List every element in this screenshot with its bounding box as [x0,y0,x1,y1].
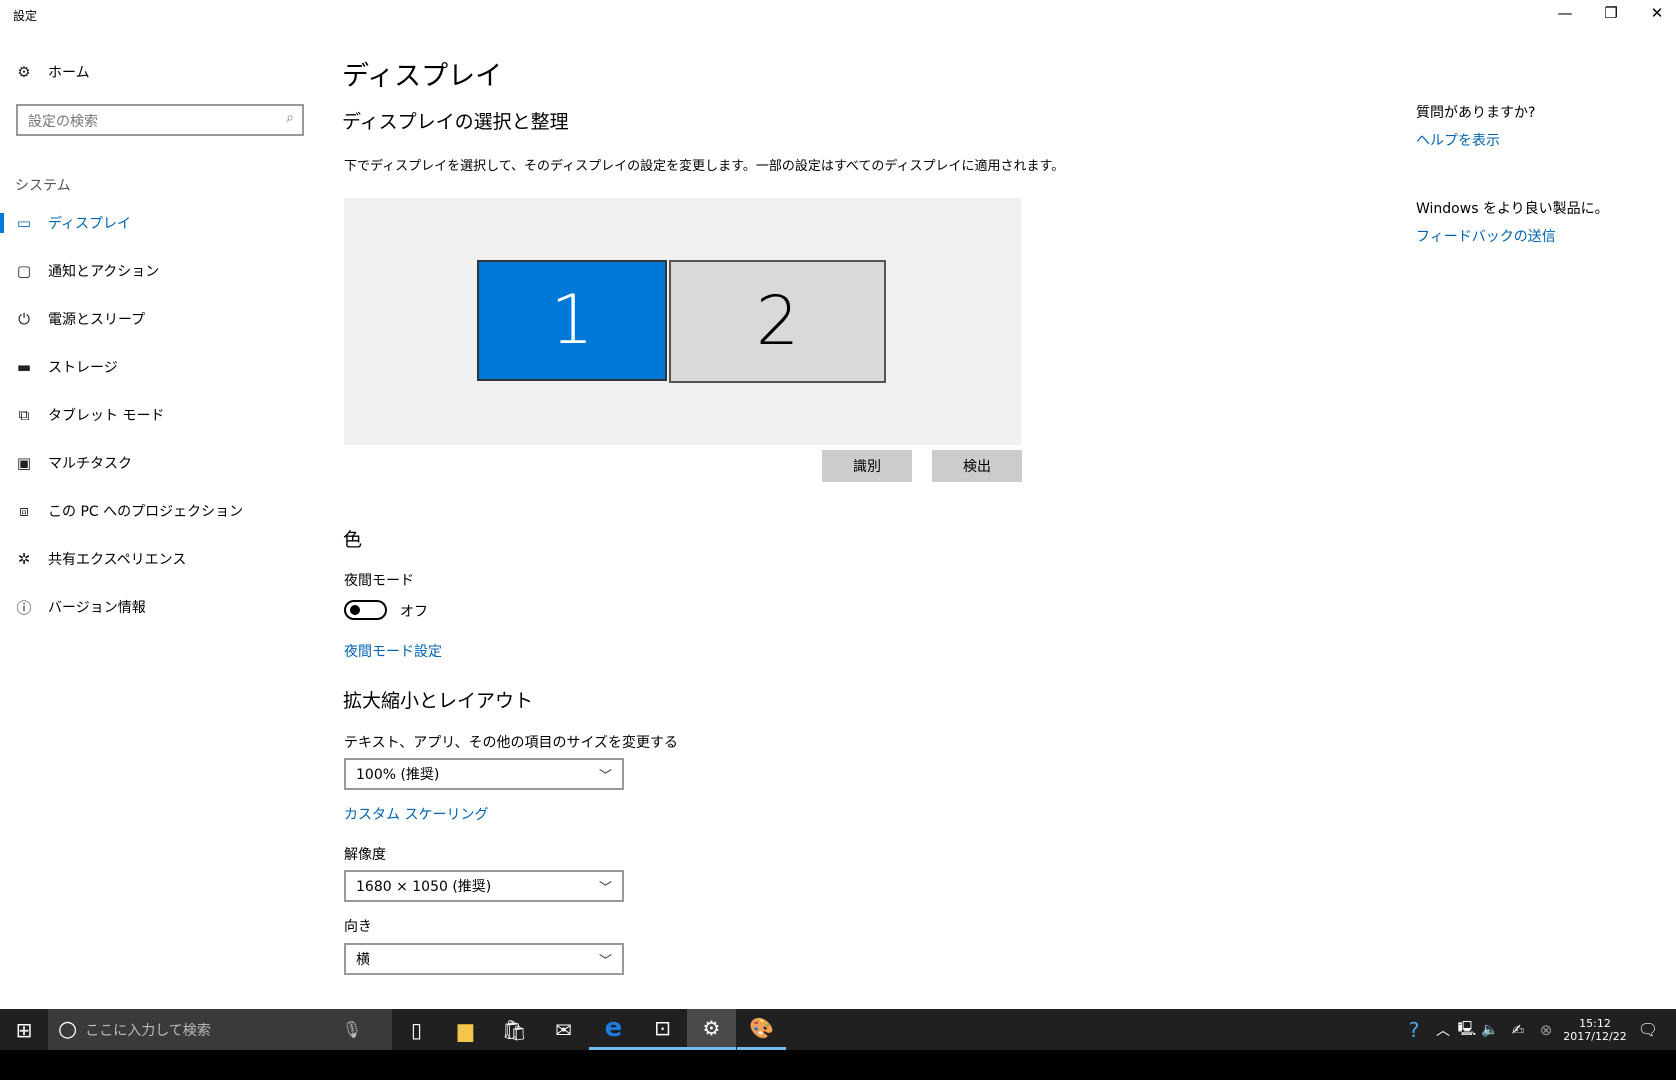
sidebar-home[interactable]: ⚙ ホーム [0,52,310,92]
scale-dropdown[interactable]: 100% (推奨) ﹀ [344,758,624,790]
scale-label: テキスト、アプリ、その他の項目のサイズを変更する [344,735,679,751]
sidebar-item-info[interactable]: ⓘ バージョン情報 [0,587,310,627]
chevron-up-icon[interactable]: ︿ [1432,1009,1454,1050]
help-tray-icon[interactable]: ? [1400,1009,1428,1050]
search-placeholder: 設定の検索 [28,114,98,130]
cortana-icon: ○ [58,1017,78,1042]
pen-icon[interactable]: ✍ [1507,1009,1529,1050]
start-button[interactable]: ⊞ [0,1009,48,1050]
sidebar-item-label: 通知とアクション [48,264,160,280]
sidebar-item-label: 電源とスリープ [48,312,146,328]
windows-icon: ⊞ [15,1017,33,1042]
home-label: ホーム [48,65,90,81]
page-title: ディスプレイ [342,61,503,92]
scale-heading: 拡大縮小とレイアウト [343,690,534,712]
color-heading: 色 [343,529,363,551]
sidebar-item-label: ストレージ [48,360,118,376]
sidebar-item-notification[interactable]: ▢ 通知とアクション [0,251,310,291]
paint-icon[interactable]: 🎨 [737,1009,786,1050]
detect-button[interactable]: 検出 [932,450,1022,482]
tablet-icon: ⧉ [18,406,30,424]
multitask-icon: ▣ [16,454,32,472]
close-circle-icon[interactable]: ⊗ [1535,1009,1557,1050]
chevron-down-icon: ﹀ [598,881,612,896]
night-light-state: オフ [400,604,428,620]
info-icon: ⓘ [16,598,32,617]
app-icon[interactable]: ⊡ [638,1009,687,1050]
power-icon: ⏻ [18,310,30,328]
monitor-icon: ▭ [16,214,32,232]
sidebar-item-multitask[interactable]: ▣ マルチタスク [0,443,310,483]
section-label: システム [15,178,71,194]
sidebar-item-label: 共有エクスペリエンス [48,552,187,568]
notification-icon: ▢ [16,262,32,280]
projection-icon: ⧈ [19,502,29,520]
microphone-icon: 🎙 [341,1020,362,1039]
file-explorer-icon[interactable]: ▆ [441,1009,490,1050]
sidebar-item-storage[interactable]: ▬ ストレージ [0,347,310,387]
sidebar-item-label: ディスプレイ [48,216,132,232]
orientation-value: 横 [356,952,370,968]
resolution-label: 解像度 [344,847,386,863]
taskbar-search-input[interactable]: ○ ここに入力して検索 🎙 [48,1009,392,1050]
time: 15:12 [1579,1016,1611,1030]
feedback-heading: Windows をより良い製品に。 [1416,201,1609,217]
task-view-icon[interactable]: ▯ [392,1009,441,1050]
monitor-2[interactable]: 2 [669,260,886,383]
sidebar-item-monitor[interactable]: ▭ ディスプレイ [0,203,310,243]
minimize-button[interactable]: — [1545,4,1585,22]
resolution-dropdown[interactable]: 1680 × 1050 (推奨) ﹀ [344,870,624,902]
settings-search-input[interactable]: 設定の検索 ⌕ [16,104,304,136]
display-arrangement-area: 1 2 [344,198,1021,445]
orientation-label: 向き [344,919,372,935]
storage-icon: ▬ [16,358,32,376]
clock[interactable]: 15:12 2017/12/22 [1560,1009,1630,1050]
taskbar-search-placeholder: ここに入力して検索 [85,1022,211,1039]
custom-scaling-link[interactable]: カスタム スケーリング [344,804,488,824]
chevron-down-icon: ﹀ [598,769,612,784]
share-icon: ✲ [17,550,31,568]
window-title: 設定 [13,9,38,23]
chevron-down-icon: ﹀ [598,954,612,969]
monitor-1[interactable]: 1 [477,260,667,381]
date: 2017/12/22 [1563,1029,1627,1043]
sidebar-item-power[interactable]: ⏻ 電源とスリープ [0,299,310,339]
edge-icon[interactable]: e [589,1009,638,1050]
network-icon[interactable]: 🖳 [1456,1009,1478,1050]
black-strip [0,1050,1676,1080]
identify-button[interactable]: 識別 [822,450,912,482]
question-heading: 質問がありますか? [1416,105,1536,121]
scale-value: 100% (推奨) [356,767,440,783]
sidebar-item-label: タブレット モード [48,408,165,424]
search-icon: ⌕ [286,110,294,126]
night-light-toggle[interactable] [344,600,387,620]
night-light-settings-link[interactable]: 夜間モード設定 [344,641,442,661]
gear-icon: ⚙ [17,63,31,81]
volume-icon[interactable]: 🔈 [1479,1009,1501,1050]
sidebar-item-label: マルチタスク [48,456,132,472]
sidebar-item-label: この PC へのプロジェクション [48,504,244,520]
sidebar-item-label: バージョン情報 [48,600,146,616]
store-icon[interactable]: 🛍 [490,1009,539,1050]
resolution-value: 1680 × 1050 (推奨) [356,879,492,895]
night-light-label: 夜間モード [344,573,414,589]
sidebar-item-projection[interactable]: ⧈ この PC へのプロジェクション [0,491,310,531]
arrange-description: 下でディスプレイを選択して、そのディスプレイの設定を変更します。一部の設定はすべ… [344,159,1065,174]
orientation-dropdown[interactable]: 横 ﹀ [344,943,624,975]
arrange-heading: ディスプレイの選択と整理 [342,111,569,133]
maximize-button[interactable]: ❐ [1591,4,1631,22]
mail-icon[interactable]: ✉ [539,1009,588,1050]
sidebar-item-tablet[interactable]: ⧉ タブレット モード [0,395,310,435]
feedback-link[interactable]: フィードバックの送信 [1416,226,1556,246]
action-center-icon[interactable]: 🗨 [1633,1009,1663,1050]
help-link[interactable]: ヘルプを表示 [1416,130,1500,150]
close-button[interactable]: ✕ [1637,4,1676,22]
settings-taskbar-icon[interactable]: ⚙ [687,1009,736,1050]
sidebar-item-share[interactable]: ✲ 共有エクスペリエンス [0,539,310,579]
